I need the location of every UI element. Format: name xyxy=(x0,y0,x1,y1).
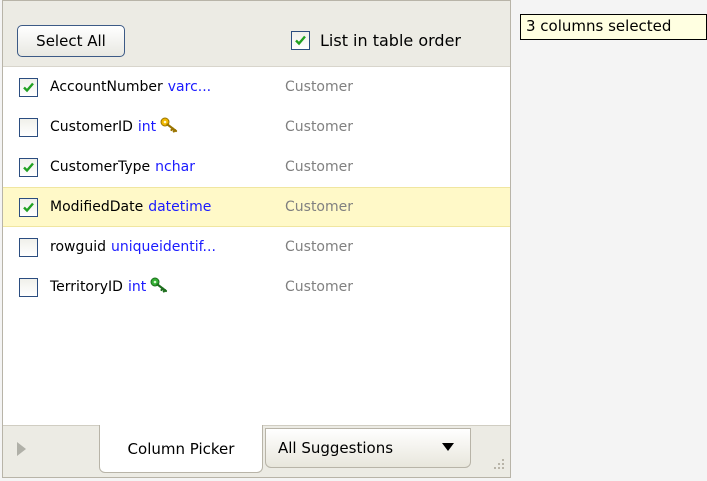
column-type: int xyxy=(127,279,147,295)
column-name: rowguid xyxy=(50,239,106,255)
column-type: uniqueidentif... xyxy=(111,239,216,255)
tab-bar: Column Picker All Suggestions xyxy=(3,425,510,477)
list-in-table-order-checkbox[interactable] xyxy=(291,31,310,50)
checkmark-icon xyxy=(295,35,306,46)
tab-column-picker[interactable]: Column Picker xyxy=(99,425,263,473)
list-item[interactable]: CustomerID int Customer xyxy=(3,107,510,147)
row-checkbox[interactable] xyxy=(19,77,38,97)
column-list: AccountNumber varc... Customer CustomerI… xyxy=(3,67,510,307)
foreign-key-icon xyxy=(150,277,170,297)
list-in-table-order-label: List in table order xyxy=(320,31,461,50)
column-name: AccountNumber xyxy=(50,79,163,95)
row-checkbox[interactable] xyxy=(19,157,38,177)
list-item[interactable]: ModifiedDate datetime Customer xyxy=(3,187,510,227)
column-picker-panel: Select All List in table order AccountNu… xyxy=(2,0,511,478)
list-item[interactable]: AccountNumber varc... Customer xyxy=(3,67,510,107)
column-type: varc... xyxy=(167,79,212,95)
table-name: Customer xyxy=(285,279,354,295)
list-item[interactable]: CustomerType nchar Customer xyxy=(3,147,510,187)
column-name: ModifiedDate xyxy=(50,199,144,215)
primary-key-icon xyxy=(160,117,180,137)
column-name: TerritoryID xyxy=(50,279,123,295)
toolbar: Select All List in table order xyxy=(3,1,510,67)
row-checkbox[interactable] xyxy=(19,277,38,297)
table-name: Customer xyxy=(285,159,354,175)
row-checkbox[interactable] xyxy=(19,237,38,257)
column-type: datetime xyxy=(148,199,212,215)
column-type: nchar xyxy=(155,159,195,175)
table-name: Customer xyxy=(285,199,354,215)
column-name: CustomerType xyxy=(50,159,151,175)
list-item[interactable]: TerritoryID int Customer xyxy=(3,267,510,307)
column-name: CustomerID xyxy=(50,119,133,135)
table-name: Customer xyxy=(285,119,354,135)
row-checkbox[interactable] xyxy=(19,117,38,137)
checkmark-icon xyxy=(23,162,34,172)
list-item[interactable]: rowguid uniqueidentif... Customer xyxy=(3,227,510,267)
table-name: Customer xyxy=(285,239,354,255)
column-type: int xyxy=(137,119,157,135)
tab-all-suggestions[interactable]: All Suggestions xyxy=(265,428,471,468)
checkmark-icon xyxy=(23,202,34,212)
select-all-button[interactable]: Select All xyxy=(17,25,125,57)
play-icon[interactable] xyxy=(17,442,26,456)
table-name: Customer xyxy=(285,79,354,95)
dropdown-arrow-icon[interactable] xyxy=(442,443,454,451)
resize-grip-icon[interactable] xyxy=(490,457,506,473)
tab-all-suggestions-label: All Suggestions xyxy=(278,439,394,457)
list-in-table-order-toggle[interactable]: List in table order xyxy=(291,31,461,50)
row-checkbox[interactable] xyxy=(19,197,38,217)
checkmark-icon xyxy=(23,82,34,92)
selection-tooltip: 3 columns selected xyxy=(520,14,707,40)
